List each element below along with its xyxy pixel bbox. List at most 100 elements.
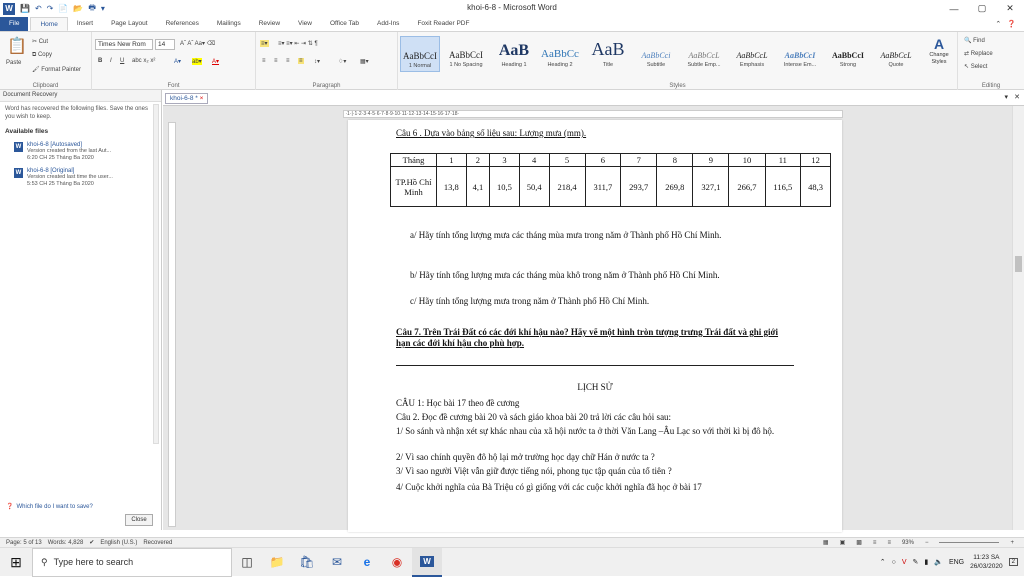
word-taskbar-icon[interactable]: W bbox=[412, 547, 442, 577]
grow-font-icon[interactable]: Aˆ Aˇ Aa▾ ⌫ bbox=[180, 40, 215, 47]
print-layout-icon[interactable]: ▦ bbox=[823, 539, 829, 546]
borders-icon[interactable]: ▦▾ bbox=[360, 58, 369, 65]
draft-icon[interactable]: ≡ bbox=[887, 540, 891, 546]
network-icon[interactable]: ○ bbox=[892, 559, 896, 566]
style-normal[interactable]: AaBbCcI 1 Normal bbox=[400, 36, 440, 72]
cut-button[interactable]: ✂ Cut bbox=[32, 38, 48, 45]
notification-icon[interactable]: 2 bbox=[1008, 558, 1018, 566]
font-name-box[interactable]: Times New Rom bbox=[95, 39, 153, 50]
zoom-out-icon[interactable]: − bbox=[925, 540, 929, 546]
line-spacing-icon[interactable]: ↕▾ bbox=[314, 58, 320, 65]
outline-icon[interactable]: ≡ bbox=[873, 540, 877, 546]
numbering-icon[interactable]: ≡▾ ≡▾ ⇤ ⇥ ⇅ ¶ bbox=[278, 40, 318, 47]
new-document-icon[interactable]: 📄 bbox=[58, 4, 68, 13]
chevron-up-icon[interactable]: ⌃ bbox=[880, 558, 886, 566]
bullets-icon[interactable]: ≡▾ bbox=[260, 40, 269, 47]
web-layout-icon[interactable]: ▩ bbox=[856, 539, 862, 546]
align-left-icon[interactable]: ≡ bbox=[262, 58, 266, 64]
style-intense-emphasis[interactable]: AaBbCcI Intense Em... bbox=[780, 36, 820, 72]
zoom-slider[interactable] bbox=[939, 542, 1000, 543]
recovery-close-button[interactable]: Close bbox=[125, 514, 153, 526]
collapse-ribbon-icon[interactable]: ⌃ bbox=[995, 20, 1001, 28]
style-strong[interactable]: AaBbCcI Strong bbox=[828, 36, 868, 72]
vertical-ruler[interactable] bbox=[168, 122, 176, 527]
minimize-button[interactable]: — bbox=[940, 0, 968, 17]
style-subtle-emphasis[interactable]: AaBbCcL Subtle Emp... bbox=[684, 36, 724, 72]
clock[interactable]: 11:23 SA 26/03/2020 bbox=[970, 553, 1003, 571]
horizontal-ruler[interactable]: ·1·|·1·2·3·4·5·6·7·8·9·10·11·12·13·14·15… bbox=[343, 110, 843, 118]
style-heading-1[interactable]: AaB Heading 1 bbox=[494, 36, 534, 72]
document-page[interactable]: Câu 6 . Dựa vào bảng số liệu sau: Lượng … bbox=[348, 120, 842, 532]
recovered-file-autosaved[interactable]: W khoi-6-8 [Autosaved] Version created f… bbox=[0, 139, 161, 165]
paste-icon[interactable]: 📋 bbox=[6, 36, 28, 58]
change-styles-button[interactable]: A Change Styles bbox=[924, 36, 954, 66]
recovery-scrollbar[interactable] bbox=[153, 104, 159, 444]
italic-button[interactable]: I bbox=[110, 58, 112, 64]
vertical-scrollbar[interactable] bbox=[1012, 106, 1024, 530]
close-tab-icon[interactable]: × bbox=[200, 95, 204, 102]
tab-office-tab[interactable]: Office Tab bbox=[321, 17, 368, 31]
mail-icon[interactable]: ✉ bbox=[322, 548, 352, 577]
zoom-level[interactable]: 93% bbox=[902, 540, 914, 546]
highlight-icon[interactable]: ab▾ bbox=[192, 58, 202, 65]
antivirus-icon[interactable]: V bbox=[902, 559, 907, 566]
windows-start-icon[interactable]: ⊞ bbox=[0, 548, 32, 577]
tab-review[interactable]: Review bbox=[250, 17, 289, 31]
tab-home[interactable]: Home bbox=[30, 17, 68, 31]
language-indicator[interactable]: English (U.S.) bbox=[100, 540, 137, 546]
taskbar-search[interactable]: ⚲ Type here to search bbox=[32, 547, 232, 577]
page-indicator[interactable]: Page: 5 of 13 bbox=[6, 540, 42, 546]
tab-references[interactable]: References bbox=[157, 17, 208, 31]
copy-button[interactable]: ⧉ Copy bbox=[32, 52, 52, 59]
tab-file[interactable]: File bbox=[0, 17, 29, 31]
strikethrough-button[interactable]: abc x₂ x² bbox=[132, 58, 155, 64]
tab-insert[interactable]: Insert bbox=[68, 17, 102, 31]
full-screen-icon[interactable]: ▣ bbox=[840, 539, 846, 546]
chrome-icon[interactable]: ◉ bbox=[382, 548, 412, 577]
task-view-icon[interactable]: ◫ bbox=[232, 548, 262, 577]
proofing-icon[interactable]: ✔ bbox=[89, 539, 94, 546]
shading-icon[interactable]: ♢▾ bbox=[338, 58, 346, 65]
document-tab[interactable]: khoi-6-8 * × bbox=[165, 93, 209, 104]
justify-icon[interactable]: ≡ bbox=[298, 58, 304, 64]
underline-button[interactable]: U bbox=[120, 58, 124, 64]
battery-icon[interactable]: ▮ bbox=[924, 558, 928, 566]
zoom-in-icon[interactable]: + bbox=[1010, 540, 1014, 546]
maximize-button[interactable]: ▢ bbox=[968, 0, 996, 17]
tab-list-icon[interactable]: ▾ bbox=[1004, 93, 1008, 101]
style-subtitle[interactable]: AaBbCci Subtitle bbox=[636, 36, 676, 72]
close-button[interactable]: ✕ bbox=[996, 0, 1024, 17]
align-right-icon[interactable]: ≡ bbox=[286, 58, 290, 64]
word-count[interactable]: Words: 4,828 bbox=[48, 540, 84, 546]
font-color-icon[interactable]: A▾ bbox=[212, 58, 219, 65]
file-explorer-icon[interactable]: 📁 bbox=[262, 548, 292, 577]
close-document-icon[interactable]: ✕ bbox=[1014, 93, 1020, 101]
tab-mailings[interactable]: Mailings bbox=[208, 17, 250, 31]
paste-button[interactable]: Paste bbox=[6, 60, 21, 66]
style-no-spacing[interactable]: AaBbCcI 1 No Spacing bbox=[446, 36, 486, 72]
find-button[interactable]: 🔍 Find bbox=[964, 37, 985, 44]
open-icon[interactable]: 📂 bbox=[73, 4, 83, 13]
pen-icon[interactable]: ✎ bbox=[912, 558, 918, 566]
undo-icon[interactable]: ↶ bbox=[35, 4, 42, 13]
text-effects-icon[interactable]: A▾ bbox=[174, 58, 181, 65]
align-center-icon[interactable]: ≡ bbox=[274, 58, 278, 64]
recovery-help-link[interactable]: ❓ Which file do I want to save? bbox=[6, 503, 93, 511]
volume-icon[interactable]: 🔈 bbox=[934, 558, 943, 566]
print-preview-icon[interactable]: 🖶 bbox=[88, 2, 96, 16]
bold-button[interactable]: B bbox=[98, 58, 102, 64]
tab-add-ins[interactable]: Add-Ins bbox=[368, 17, 408, 31]
style-title[interactable]: AaB Title bbox=[588, 36, 628, 72]
style-quote[interactable]: AaBbCcL Quote bbox=[876, 36, 916, 72]
tab-page-layout[interactable]: Page Layout bbox=[102, 17, 157, 31]
select-button[interactable]: ↖ Select bbox=[964, 63, 987, 70]
font-size-box[interactable]: 14 bbox=[155, 39, 175, 50]
tab-foxit-reader-pdf[interactable]: Foxit Reader PDF bbox=[408, 17, 478, 31]
redo-icon[interactable]: ↷ bbox=[47, 4, 54, 13]
style-emphasis[interactable]: AaBbCcL Emphasis bbox=[732, 36, 772, 72]
tab-view[interactable]: View bbox=[289, 17, 321, 31]
input-language[interactable]: ENG bbox=[949, 559, 964, 566]
edge-icon[interactable]: e bbox=[352, 548, 382, 577]
recovered-file-original[interactable]: W khoi-6-8 [Original] Version created la… bbox=[0, 165, 161, 191]
customize-qat-icon[interactable]: ▾ bbox=[101, 4, 105, 13]
